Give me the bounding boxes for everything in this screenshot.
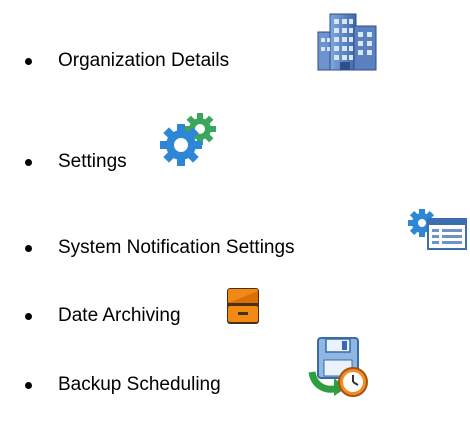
bullet	[25, 58, 32, 65]
office-building-icon	[316, 10, 380, 72]
list-item-system-notification-settings: System Notification Settings	[0, 209, 470, 268]
list-item-settings: Settings	[0, 113, 470, 182]
bullet	[25, 382, 32, 389]
bullet	[25, 159, 32, 166]
archive-drawer-icon	[226, 287, 262, 327]
list-item-organization-details: Organization Details	[0, 13, 470, 81]
list-item-label: Date Archiving	[58, 305, 181, 326]
backup-schedule-icon	[304, 336, 372, 402]
list-item-date-archiving: Date Archiving	[0, 288, 470, 336]
settings-window-icon	[408, 207, 468, 255]
list-item-label: System Notification Settings	[58, 237, 295, 258]
bullet	[25, 313, 32, 320]
list-item-label: Settings	[58, 151, 127, 172]
feature-list-page: { "items": [ { "label": "Organization De…	[0, 0, 470, 427]
list-item-backup-scheduling: Backup Scheduling	[0, 337, 470, 405]
gears-icon	[145, 112, 229, 168]
list-item-label: Backup Scheduling	[58, 374, 221, 395]
bullet	[25, 245, 32, 252]
list-item-label: Organization Details	[58, 50, 230, 71]
